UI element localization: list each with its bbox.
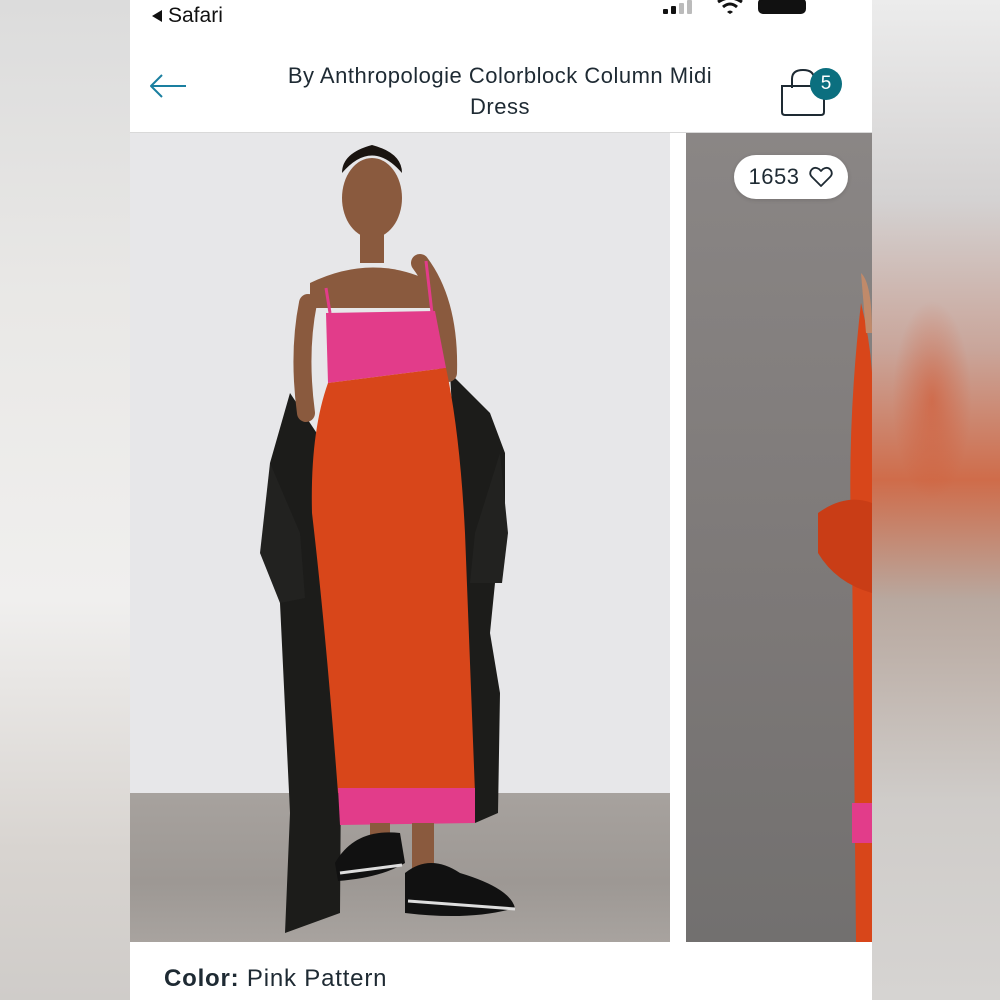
background-blur-left bbox=[0, 0, 130, 1000]
heart-icon bbox=[809, 166, 834, 187]
app-screen: Safari By Anthropologie Colorblock Colum… bbox=[130, 0, 872, 1000]
back-app-label: Safari bbox=[168, 4, 223, 27]
likes-count: 1653 bbox=[748, 164, 800, 189]
back-triangle-icon bbox=[152, 10, 162, 22]
wifi-icon bbox=[717, 0, 743, 14]
gallery-gap bbox=[670, 133, 686, 942]
secondary-illustration bbox=[818, 273, 872, 942]
status-bar: Safari bbox=[130, 0, 872, 40]
background-blur-right bbox=[872, 0, 1000, 1000]
color-label: Color: bbox=[164, 965, 240, 992]
color-value: Pink Pattern bbox=[246, 965, 388, 992]
color-selector[interactable]: Color: Pink Pattern bbox=[164, 965, 387, 993]
product-header: By Anthropologie Colorblock Column Midi … bbox=[130, 40, 872, 133]
product-image-main[interactable] bbox=[130, 133, 670, 942]
signal-icon bbox=[663, 0, 692, 14]
model-illustration bbox=[260, 145, 516, 933]
page-title: By Anthropologie Colorblock Column Midi … bbox=[287, 63, 713, 119]
battery-icon bbox=[758, 0, 806, 14]
favorite-button[interactable]: 1653 bbox=[734, 155, 848, 199]
back-to-safari[interactable]: Safari bbox=[152, 4, 223, 28]
cart-count-badge: 5 bbox=[810, 68, 842, 100]
back-arrow-icon[interactable] bbox=[148, 72, 188, 100]
product-image-secondary[interactable] bbox=[686, 133, 872, 942]
